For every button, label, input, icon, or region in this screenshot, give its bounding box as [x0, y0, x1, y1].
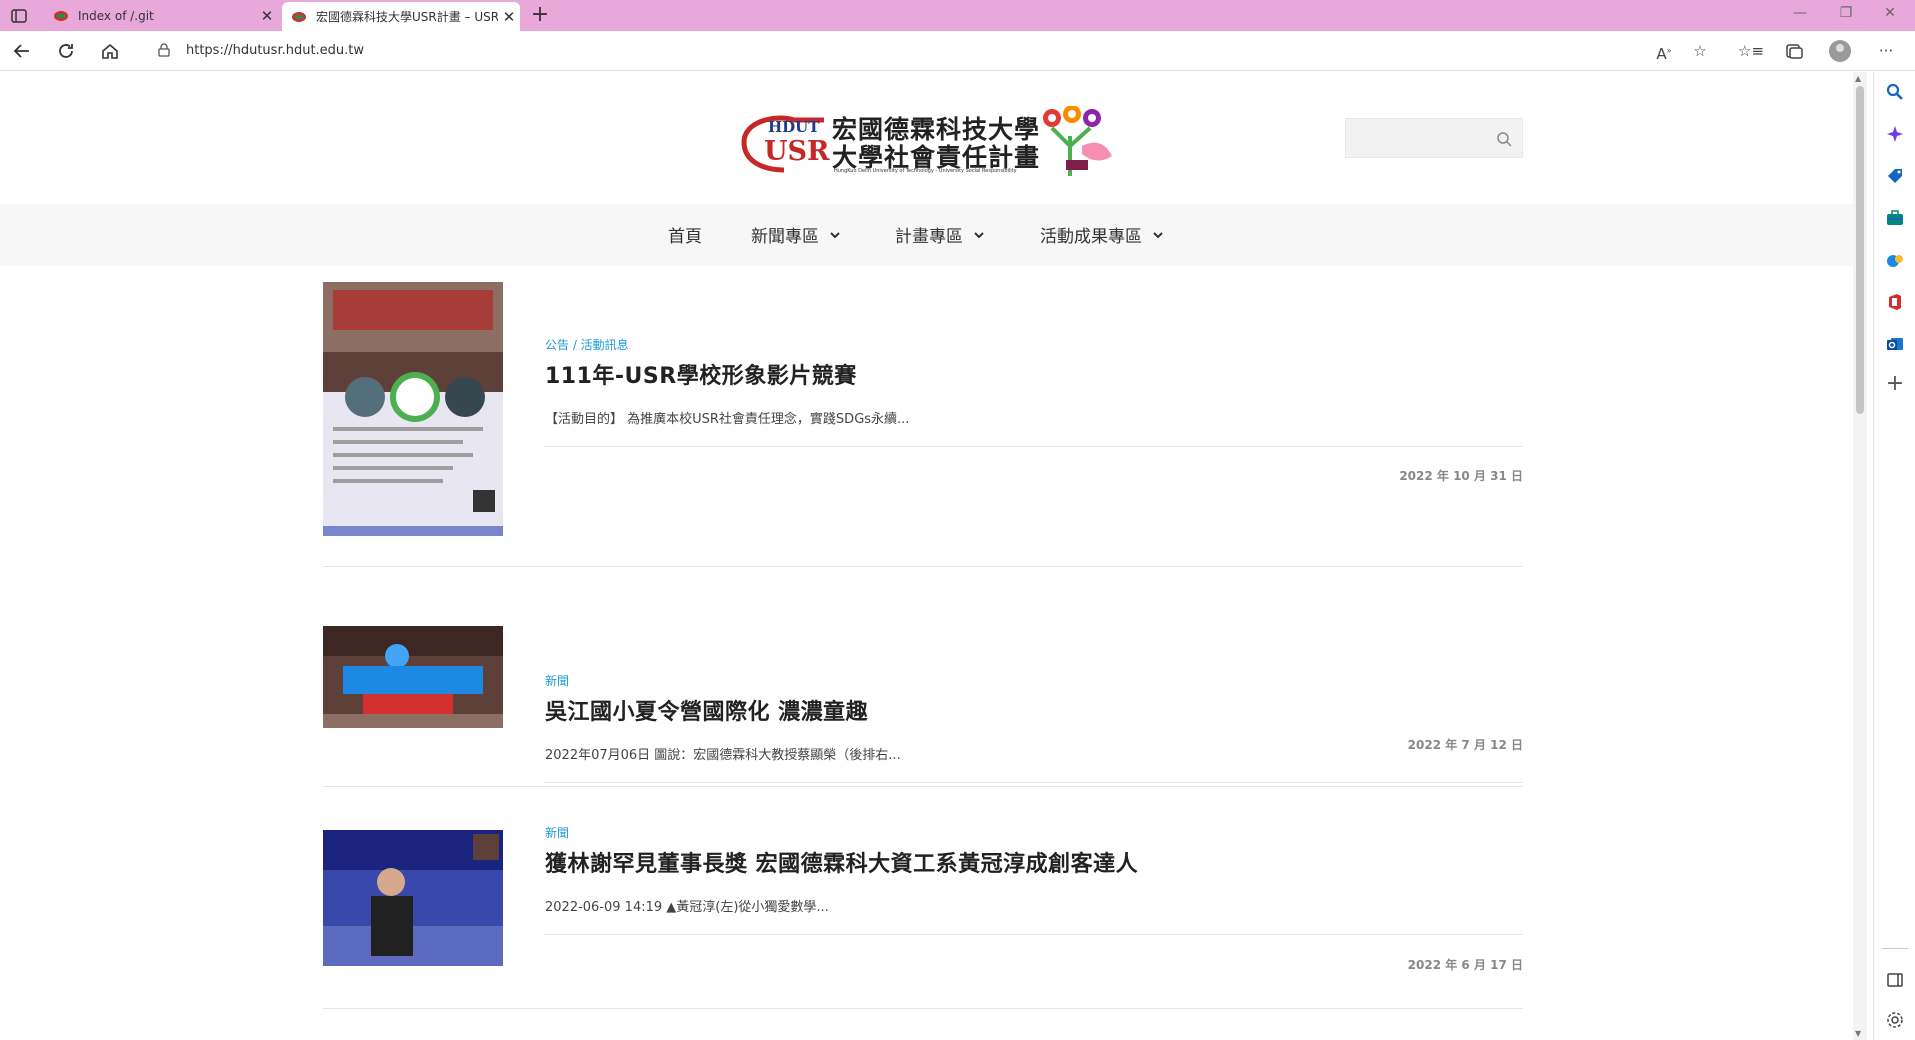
post-thumbnail[interactable] — [323, 626, 503, 728]
post-excerpt: 【活動目的】 為推廣本校USR社會責任理念，實踐SDGs永續... — [545, 412, 910, 427]
post-thumbnail[interactable] — [323, 830, 503, 966]
scroll-thumb[interactable] — [1856, 86, 1864, 414]
post-excerpt: 2022-06-09 14:19 ▲黃冠淳(左)從小獨愛數學... — [545, 900, 829, 915]
post-rule — [545, 782, 1523, 783]
address-bar-row: https://hdutusr.hdut.edu.tw A» ☆ ☆≡ ··· — [0, 31, 1915, 71]
post-rule — [545, 446, 1523, 447]
post-divider — [323, 1008, 1523, 1009]
tab-close-icon[interactable]: ✕ — [256, 7, 278, 25]
post-excerpt: 2022年07月06日 圖說：宏國德霖科大教授蔡顯榮（後排右... — [545, 748, 901, 763]
site-favicon-icon — [292, 11, 306, 22]
post-category[interactable]: 新聞 — [545, 824, 569, 841]
office-icon[interactable] — [1885, 292, 1905, 312]
post-item: 新聞 吳江國小夏令營國際化 濃濃童趣 2022年07月06日 圖說：宏國德霖科大… — [323, 566, 1523, 786]
sidebar-search-icon[interactable] — [1885, 82, 1905, 102]
nav-label: 首頁 — [668, 227, 702, 247]
post-category[interactable]: 新聞 — [545, 672, 569, 689]
shopping-tag-icon[interactable] — [1885, 166, 1905, 186]
add-sidebar-app-icon[interactable]: + — [1885, 373, 1905, 395]
games-icon[interactable] — [1885, 250, 1905, 270]
nav-label: 活動成果專區 — [1040, 227, 1142, 247]
chevron-down-icon — [830, 231, 840, 238]
outlook-icon[interactable] — [1885, 334, 1905, 354]
settings-gear-icon[interactable] — [1885, 1010, 1905, 1030]
tab-close-icon[interactable]: ✕ — [498, 8, 520, 26]
tab-bar: Index of /.git ✕ 宏國德霖科技大學USR計畫 – USR ✕ +… — [0, 0, 1915, 31]
chevron-down-icon — [1153, 231, 1163, 238]
tab-title: 宏國德霖科技大學USR計畫 – USR — [316, 10, 498, 24]
tab-git-index[interactable]: Index of /.git ✕ — [44, 0, 278, 31]
minimize-icon[interactable]: — — [1786, 5, 1814, 21]
read-aloud-icon[interactable]: A» — [1652, 40, 1676, 63]
search-input[interactable] — [1354, 127, 1484, 149]
post-title[interactable]: 獲林謝罕見董事長獎 宏國德霖科大資工系黃冠淳成創客達人 — [545, 846, 1138, 878]
post-title[interactable]: 吳江國小夏令營國際化 濃濃童趣 — [545, 694, 868, 726]
nav-home[interactable]: 首頁 — [668, 222, 702, 247]
web-page: HDUT USR 宏國德霖科技大學 大學社會責任計畫 HungKuo Delin… — [0, 72, 1853, 1040]
site-favicon-icon — [54, 10, 68, 21]
site-logo[interactable]: HDUT USR 宏國德霖科技大學 大學社會責任計畫 HungKuo Delin… — [734, 106, 1124, 178]
logo-badge-top: HDUT — [768, 118, 820, 136]
site-search — [1345, 118, 1523, 158]
window-close-icon[interactable]: ✕ — [1876, 5, 1904, 21]
scroll-down-icon[interactable]: ▼ — [1855, 1029, 1861, 1038]
profile-avatar[interactable] — [1829, 40, 1851, 62]
post-category[interactable]: 公告 / 活動訊息 — [545, 336, 629, 353]
post-rule — [545, 934, 1523, 935]
main-nav: 首頁 新聞專區 計畫專區 活動成果專區 — [0, 204, 1853, 266]
lock-icon[interactable] — [158, 43, 170, 57]
more-menu-icon[interactable]: ··· — [1874, 40, 1898, 62]
post-title[interactable]: 111年-USR學校形象影片競賽 — [545, 358, 857, 390]
restore-icon[interactable]: ❐ — [1832, 5, 1860, 21]
post-date: 2022 年 7 月 12 日 — [1407, 738, 1523, 752]
copilot-icon[interactable] — [1885, 124, 1905, 144]
new-tab-icon[interactable]: + — [528, 4, 552, 26]
home-icon[interactable] — [98, 40, 122, 62]
nav-projects[interactable]: 計畫專區 — [895, 222, 985, 247]
nav-label: 計畫專區 — [895, 227, 963, 247]
back-icon[interactable] — [10, 40, 34, 62]
tab-title: Index of /.git — [78, 8, 154, 23]
tree-emblem-icon — [1043, 106, 1112, 176]
hide-sidebar-icon[interactable] — [1885, 970, 1905, 990]
tab-usr-active[interactable]: 宏國德霖科技大學USR計畫 – USR ✕ — [282, 2, 520, 31]
refresh-icon[interactable] — [54, 40, 78, 62]
logo-badge-bottom: USR — [764, 136, 830, 167]
post-thumbnail[interactable] — [323, 282, 503, 536]
logo-subtitle: HungKuo Delin University of Technology -… — [834, 168, 1017, 174]
post-date: 2022 年 10 月 31 日 — [1399, 469, 1523, 483]
tools-briefcase-icon[interactable] — [1885, 208, 1905, 228]
page-scrollbar[interactable]: ▲ ▼ — [1853, 72, 1867, 1040]
collections-icon[interactable] — [1782, 40, 1806, 62]
scroll-up-icon[interactable]: ▲ — [1855, 74, 1861, 83]
search-icon[interactable] — [1496, 131, 1512, 147]
nav-label: 新聞專區 — [751, 227, 819, 247]
post-divider — [323, 786, 1523, 787]
favorites-icon[interactable]: ☆≡ — [1738, 40, 1764, 62]
add-favorite-icon[interactable]: ☆ — [1688, 40, 1712, 62]
edge-sidebar: + — [1873, 72, 1915, 1040]
sidebar-divider — [1882, 948, 1908, 949]
chevron-down-icon — [974, 231, 984, 238]
post-date: 2022 年 6 月 17 日 — [1407, 958, 1523, 972]
tab-actions-icon[interactable] — [8, 7, 30, 25]
nav-news[interactable]: 新聞專區 — [751, 222, 841, 247]
url-field[interactable]: https://hdutusr.hdut.edu.tw — [186, 43, 364, 58]
nav-achievements[interactable]: 活動成果專區 — [1040, 222, 1164, 247]
